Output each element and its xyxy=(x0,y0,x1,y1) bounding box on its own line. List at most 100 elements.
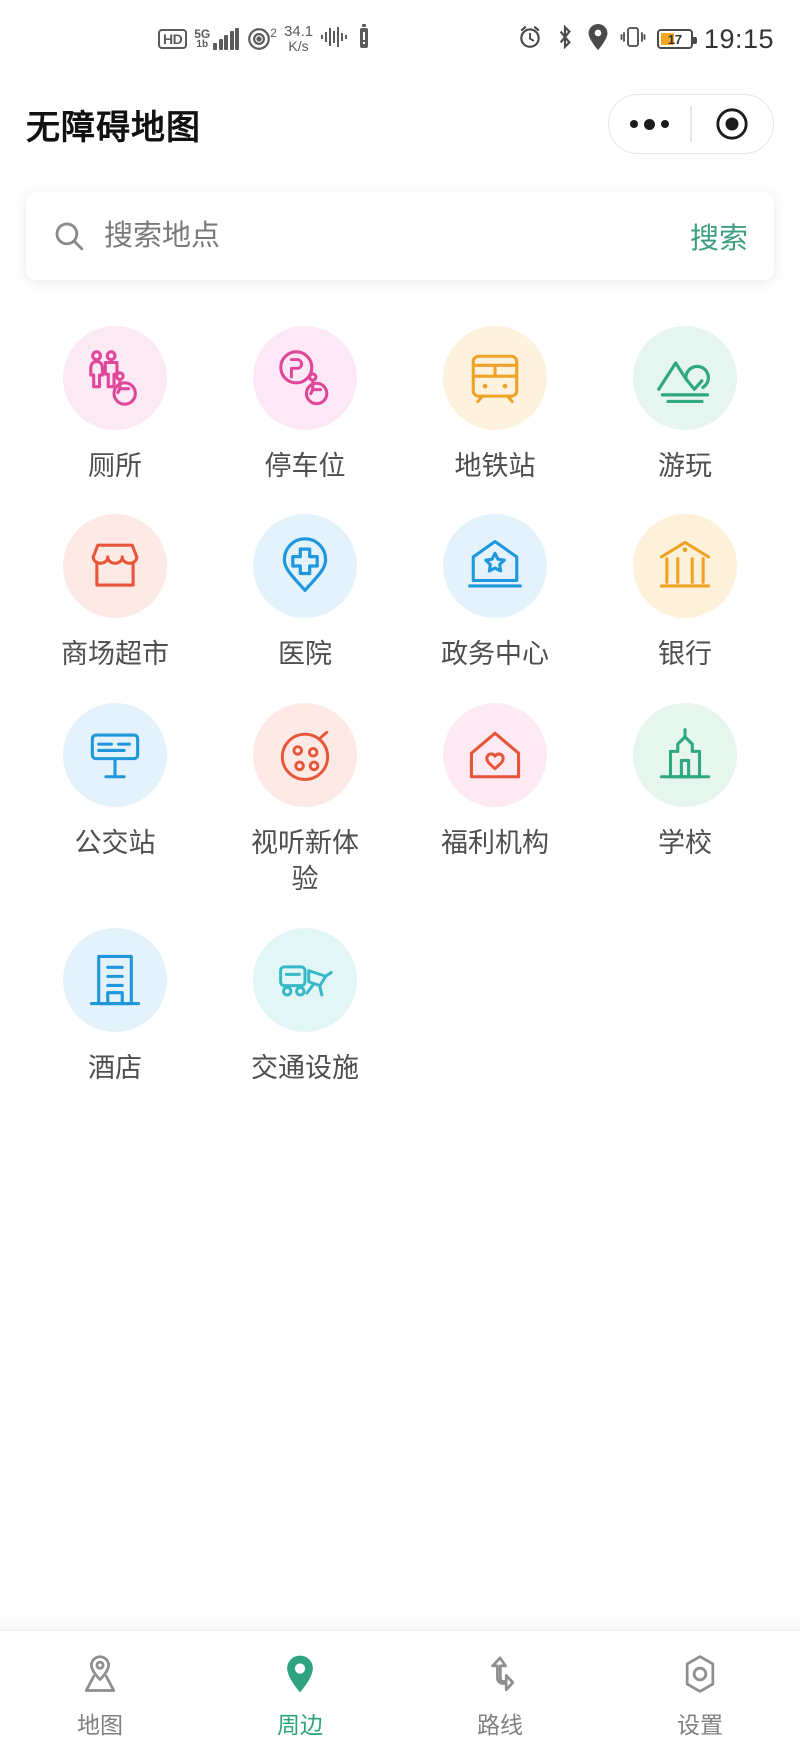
search-submit-button[interactable]: 搜索 xyxy=(678,215,748,257)
subway-icon xyxy=(471,354,519,404)
school-icon xyxy=(659,727,711,779)
tab-nearby[interactable]: 周边 xyxy=(200,1652,400,1740)
category-item-bus-stop[interactable]: 公交站 xyxy=(20,691,210,916)
hd-icon: HD xyxy=(158,29,188,49)
wifi-badge: 2 xyxy=(270,26,277,40)
bottom-tab-bar: 地图 周边 路线 设置 xyxy=(0,1630,800,1760)
location-pin-filled-icon xyxy=(278,1652,322,1696)
category-icon-bubble xyxy=(253,326,357,430)
category-icon-bubble xyxy=(443,326,547,430)
bank-icon xyxy=(659,541,711,588)
content-bottom-shadow xyxy=(0,1616,800,1630)
category-icon-bubble xyxy=(63,927,167,1032)
vpn-icon xyxy=(357,23,371,55)
category-icon-bubble xyxy=(443,702,547,807)
category-icon-bubble xyxy=(63,514,167,619)
category-item-parking[interactable]: 停车位 xyxy=(210,314,400,502)
category-item-bank[interactable]: 银行 xyxy=(590,502,780,690)
search-icon xyxy=(52,219,86,253)
tab-label: 路线 xyxy=(477,1711,523,1738)
tab-map[interactable]: 地图 xyxy=(0,1652,200,1740)
settings-gear-icon xyxy=(678,1652,722,1696)
status-bar: HD 5G 1b 2 34.1 K/s 17 19:15 xyxy=(0,0,800,78)
category-icon-bubble xyxy=(253,927,357,1032)
audio-wave-icon xyxy=(320,26,350,53)
app-header: 无障碍地图 xyxy=(0,78,800,170)
tab-route[interactable]: 路线 xyxy=(400,1652,600,1740)
category-label: 学校 xyxy=(658,827,712,858)
category-item-government[interactable]: 政务中心 xyxy=(400,502,590,690)
category-item-hospital[interactable]: 医院 xyxy=(210,502,400,690)
tab-label: 地图 xyxy=(77,1711,123,1738)
category-label: 商场超市 xyxy=(61,639,169,670)
category-item-transport[interactable]: 交通设施 xyxy=(210,916,400,1104)
search-bar[interactable]: 搜索 xyxy=(26,192,774,280)
tab-label: 设置 xyxy=(677,1711,723,1738)
category-icon-bubble xyxy=(63,702,167,807)
category-item-mall[interactable]: 商场超市 xyxy=(20,502,210,690)
category-label: 银行 xyxy=(658,639,712,670)
mountain-play-icon xyxy=(657,361,710,404)
map-pin-outline-icon xyxy=(78,1652,122,1696)
bluetooth-icon xyxy=(554,24,576,55)
hotel-building-icon xyxy=(89,954,141,1005)
category-icon-bubble xyxy=(633,326,737,430)
category-icon-bubble xyxy=(253,514,357,619)
location-icon xyxy=(587,23,609,55)
close-miniprogram-button[interactable] xyxy=(692,107,773,141)
battery-icon: 17 xyxy=(656,29,697,49)
category-label: 公交站 xyxy=(74,827,156,858)
network-speed-unit: K/s xyxy=(288,38,309,54)
category-icon-bubble xyxy=(633,702,737,807)
tab-settings[interactable]: 设置 xyxy=(600,1652,800,1740)
page-title: 无障碍地图 xyxy=(26,108,201,147)
category-item-school[interactable]: 学校 xyxy=(590,691,780,916)
search-section: 搜索 xyxy=(0,170,800,280)
more-dots-icon xyxy=(630,118,670,130)
miniprogram-capsule xyxy=(608,94,774,154)
tab-label: 周边 xyxy=(277,1711,323,1738)
category-label: 游玩 xyxy=(658,451,712,481)
shop-store-icon xyxy=(91,544,139,588)
category-icon-bubble xyxy=(443,514,547,619)
bus-stop-icon xyxy=(90,733,140,779)
category-label: 医院 xyxy=(278,639,332,670)
category-label: 地铁站 xyxy=(454,451,536,481)
category-icon-bubble xyxy=(633,514,737,619)
signal-icon: 5G 1b xyxy=(194,27,240,50)
hospital-cross-icon xyxy=(282,537,328,593)
transport-facility-icon xyxy=(279,965,333,997)
category-icon-bubble xyxy=(253,702,357,807)
parking-accessible-icon xyxy=(279,350,329,406)
route-arrow-icon xyxy=(478,1652,522,1696)
category-label: 交通设施 xyxy=(251,1052,359,1083)
vibrate-icon xyxy=(620,24,646,55)
category-label: 厕所 xyxy=(88,451,142,481)
category-item-toilet[interactable]: 厕所 xyxy=(20,314,210,502)
status-clock: 19:15 xyxy=(703,23,774,54)
category-item-welfare[interactable]: 福利机构 xyxy=(400,691,590,916)
wifi-icon: 2 xyxy=(246,26,277,52)
category-label: 福利机构 xyxy=(441,827,549,858)
more-options-button[interactable] xyxy=(609,118,690,130)
category-item-sightseeing[interactable]: 游玩 xyxy=(590,314,780,502)
government-star-icon xyxy=(468,540,522,588)
category-icon-bubble xyxy=(63,326,167,430)
network-speed-value: 34.1 xyxy=(283,23,314,40)
category-grid: 厕所 停车位 地铁站 游玩 商场超市 医院 政务中心 银行 公交站 视听新体验 … xyxy=(0,280,800,1104)
category-item-subway[interactable]: 地铁站 xyxy=(400,314,590,502)
alarm-icon xyxy=(517,24,543,55)
audio-visual-icon xyxy=(280,730,330,781)
network-speed: 34.1 K/s xyxy=(284,24,313,54)
category-item-hotel[interactable]: 酒店 xyxy=(20,916,210,1104)
welfare-home-heart-icon xyxy=(469,731,521,779)
category-label: 酒店 xyxy=(88,1052,142,1083)
battery-percent: 17 xyxy=(667,31,683,47)
app-screen: HD 5G 1b 2 34.1 K/s 17 19:15 无障碍地图 搜索地点 … xyxy=(0,0,800,1760)
category-label: 停车位 xyxy=(264,451,346,481)
network-sub-label: 1b xyxy=(196,38,209,50)
category-label: 政务中心 xyxy=(441,639,549,670)
search-input[interactable] xyxy=(104,219,678,253)
category-item-audio-visual[interactable]: 视听新体验 xyxy=(210,691,400,916)
target-circle-icon xyxy=(716,108,748,140)
